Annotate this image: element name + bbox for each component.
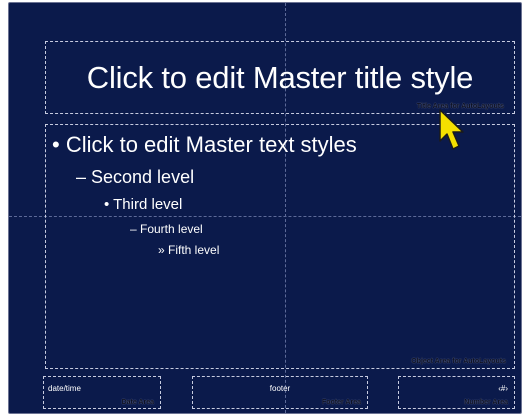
body-level-5[interactable]: » Fifth level xyxy=(158,243,219,257)
number-placeholder[interactable]: ‹#› Number Area xyxy=(398,376,515,409)
footer-placeholder[interactable]: footer Footer Area xyxy=(192,376,368,409)
master-title-text[interactable]: Click to edit Master title style xyxy=(46,60,514,96)
footer-text[interactable]: footer xyxy=(193,384,367,393)
body-area-label: Object Area for AutoLayouts xyxy=(411,358,506,365)
body-level-4[interactable]: – Fourth level xyxy=(130,222,203,236)
body-level-2[interactable]: – Second level xyxy=(76,167,194,188)
slide-master-canvas[interactable]: Click to edit Master title style Title A… xyxy=(8,2,522,414)
arrow-pointer-icon xyxy=(439,109,464,150)
date-placeholder[interactable]: date/time Date Area xyxy=(43,376,161,409)
body-level-3[interactable]: • Third level xyxy=(104,196,182,213)
date-area-label: Date Area xyxy=(121,399,154,406)
date-text[interactable]: date/time xyxy=(48,384,81,393)
slide-number-text[interactable]: ‹#› xyxy=(498,384,508,393)
number-area-label: Number Area xyxy=(464,399,508,406)
title-placeholder[interactable]: Click to edit Master title style Title A… xyxy=(45,41,515,114)
body-level-1[interactable]: • Click to edit Master text styles xyxy=(52,132,357,158)
body-placeholder[interactable]: • Click to edit Master text styles – Sec… xyxy=(45,124,515,369)
footer-area-label: Footer Area xyxy=(321,399,361,406)
